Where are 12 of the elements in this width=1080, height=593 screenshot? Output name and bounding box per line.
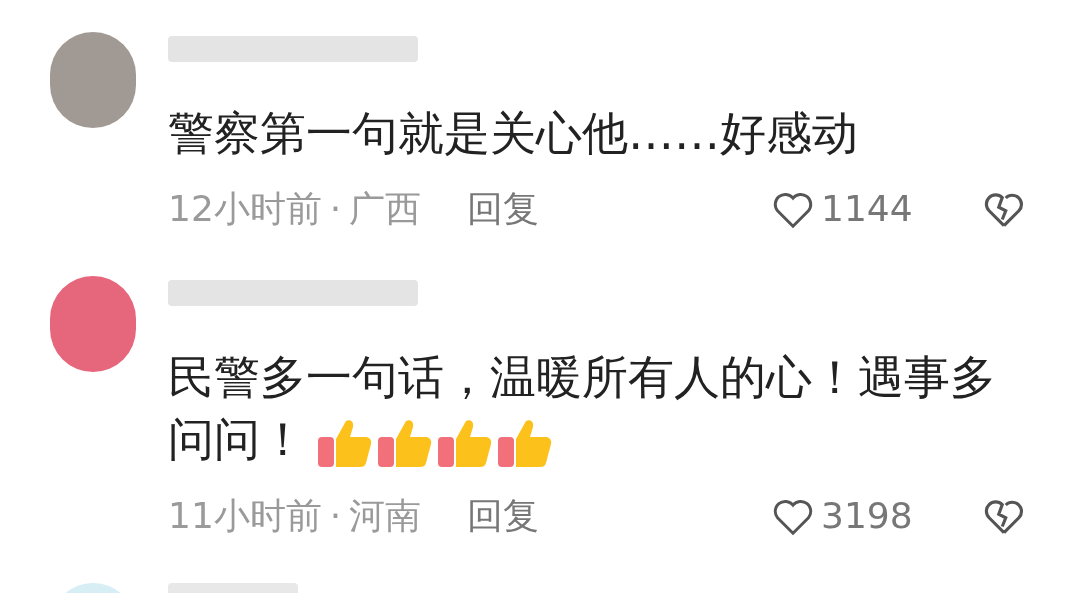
like-count: 3198: [821, 493, 914, 538]
separator-dot: ·: [329, 187, 342, 231]
reply-button[interactable]: 回复: [467, 182, 540, 236]
comment-text: 民警多一句话，温暖所有人的心！遇事多问问！: [168, 346, 1018, 471]
reply-button[interactable]: 回复: [467, 488, 540, 543]
comment-location: 广西: [349, 187, 422, 231]
comment-time: 12小时前: [168, 187, 322, 231]
comment-text: 警察第一句就是关心他……好感动: [168, 105, 859, 162]
comment-location: 河南: [349, 493, 422, 538]
like-count: 1144: [821, 187, 914, 231]
comment-time: 11小时前: [168, 493, 322, 538]
separator-dot: ·: [329, 493, 342, 538]
